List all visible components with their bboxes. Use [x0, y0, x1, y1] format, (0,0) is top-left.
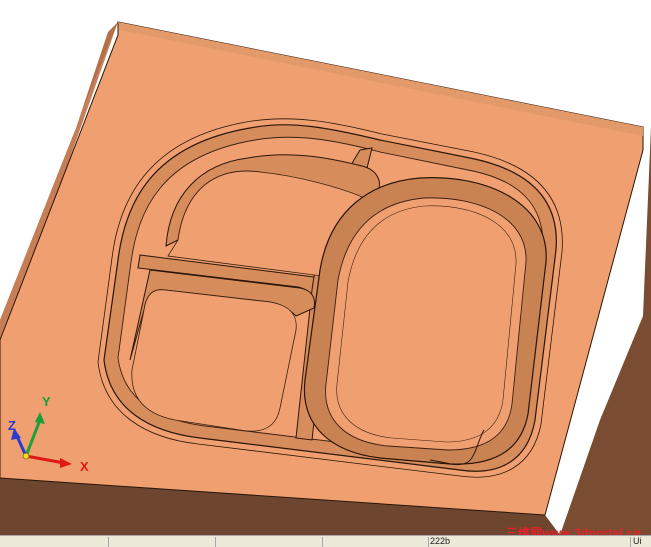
axis-x-label: X: [80, 459, 89, 474]
status-coordinates: 222b: [430, 536, 451, 546]
status-bar: 222b Ui: [0, 535, 651, 547]
cavity-bottom-left-floor: [131, 289, 297, 432]
watermark: 三维网www.3dportal.cn: [505, 526, 641, 535]
status-units[interactable]: Ui: [633, 536, 642, 546]
cavity-right-floor: [325, 197, 527, 451]
graphics-viewport[interactable]: Z Y X 三维网www.3dportal.cn: [0, 0, 651, 535]
axis-z-label: Z: [8, 418, 16, 433]
axis-y-label: Y: [42, 394, 51, 409]
axis-origin: [22, 452, 30, 460]
part-model[interactable]: [0, 0, 651, 535]
